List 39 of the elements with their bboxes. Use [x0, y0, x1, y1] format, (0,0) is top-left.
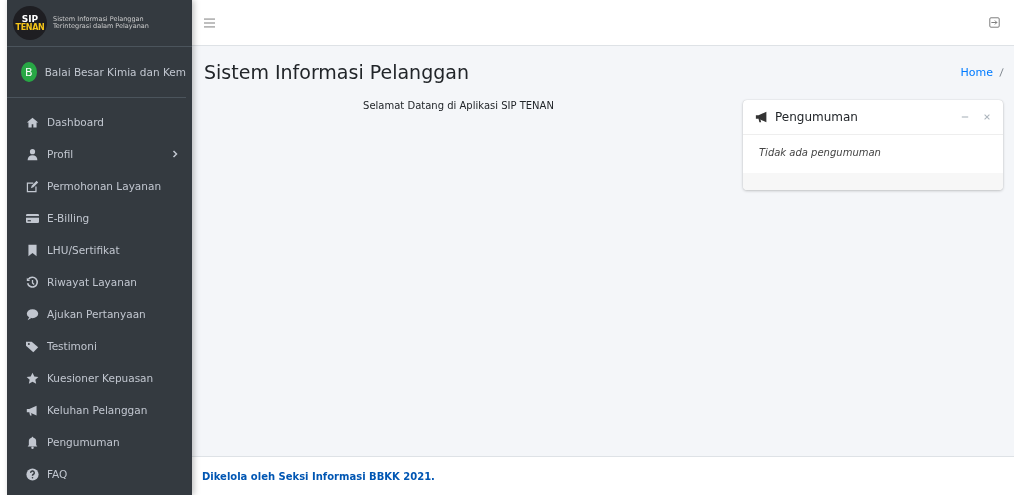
user-avatar: B: [21, 62, 37, 82]
bell-icon: [26, 435, 39, 449]
help-icon: [26, 467, 39, 481]
card-title: Pengumuman: [775, 110, 859, 124]
megaphone-icon: [755, 110, 769, 124]
sidebar-item[interactable]: FAQ: [7, 458, 192, 490]
logo-icon[interactable]: SIP TENAN: [13, 6, 47, 40]
sidebar-item[interactable]: Testimoni: [7, 330, 192, 362]
welcome-text: Selamat Datang di Aplikasi SIP TENAN: [363, 100, 554, 111]
user-name[interactable]: Balai Besar Kimia dan Kem: [44, 66, 186, 78]
megaphone-icon: [26, 403, 39, 417]
menu-icon[interactable]: [204, 17, 215, 28]
speech-bubble-icon: [26, 307, 39, 321]
footer-text: Dikelola oleh Seksi Informasi BBKK 2021.: [202, 470, 435, 482]
tag-icon: [26, 339, 39, 353]
logout-icon[interactable]: [989, 17, 1000, 28]
breadcrumb-link[interactable]: Home: [960, 65, 993, 79]
edit-icon: [26, 179, 39, 193]
sidebar-item[interactable]: Dashboard: [7, 106, 192, 138]
sidebar-item[interactable]: Pengumuman: [7, 426, 192, 458]
minimize-icon[interactable]: [961, 113, 969, 121]
house-icon: [26, 115, 39, 129]
history-icon: [26, 275, 39, 289]
sidebar-item[interactable]: LHU/Sertifikat: [7, 234, 192, 266]
sidebar-item[interactable]: Riwayat Layanan: [7, 266, 192, 298]
sidebar-item[interactable]: Ajukan Pertanyaan: [7, 298, 192, 330]
credit-card-icon: [26, 211, 39, 225]
sidebar-item[interactable]: Permohonan Layanan: [7, 170, 192, 202]
close-icon[interactable]: [983, 113, 991, 121]
sidebar-item[interactable]: E-Billing: [7, 202, 192, 234]
sidebar-item[interactable]: Profil: [7, 138, 192, 170]
sidebar-item[interactable]: Keluhan Pelanggan: [7, 394, 192, 426]
star-icon: [26, 371, 39, 385]
sidebar-item[interactable]: Kuesioner Kepuasan: [7, 362, 192, 394]
user-icon: [26, 147, 39, 161]
empty-message: Tidak ada pengumuman: [759, 147, 881, 158]
bookmark-icon: [26, 243, 39, 257]
page-title: Sistem Informasi Pelanggan: [204, 61, 469, 83]
breadcrumb-separator-icon: [999, 66, 1004, 78]
